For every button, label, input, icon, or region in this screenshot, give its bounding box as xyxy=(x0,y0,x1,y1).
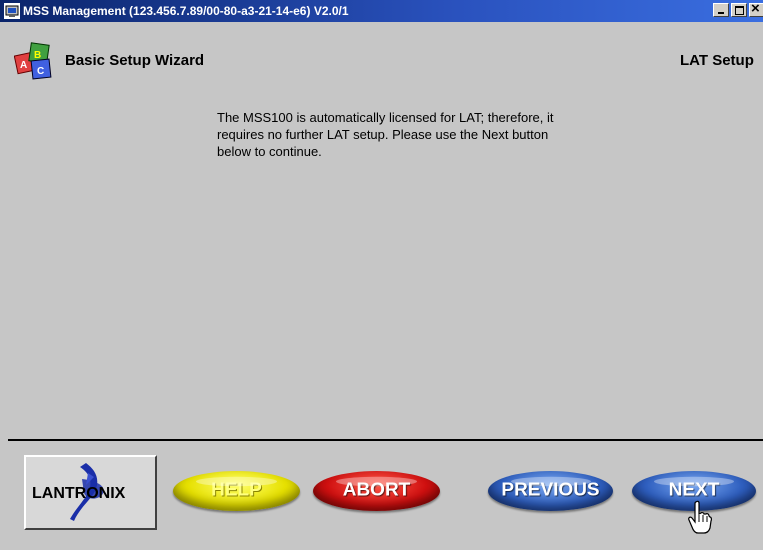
logo-text: LANTRONIX xyxy=(32,485,126,502)
hand-cursor-icon xyxy=(688,500,712,534)
window-title: MSS Management (123.456.7.89/00-80-a3-21… xyxy=(23,4,349,18)
abort-button[interactable]: ABORT xyxy=(313,471,440,511)
svg-text:A: A xyxy=(20,60,27,71)
wizard-title: Basic Setup Wizard xyxy=(65,52,205,69)
close-button[interactable] xyxy=(749,0,763,17)
divider xyxy=(8,439,763,441)
section-title: LAT Setup xyxy=(680,52,754,69)
svg-text:C: C xyxy=(37,66,44,77)
app-window: MSS Management (123.456.7.89/00-80-a3-21… xyxy=(0,0,763,550)
info-message: The MSS100 is automatically licensed for… xyxy=(217,110,554,159)
app-icon xyxy=(4,3,20,19)
wizard-icon: A B C xyxy=(14,42,52,80)
title-bar[interactable]: MSS Management (123.456.7.89/00-80-a3-21… xyxy=(0,0,763,22)
help-button[interactable]: HELP xyxy=(173,471,300,511)
svg-text:B: B xyxy=(34,50,41,61)
maximize-button[interactable] xyxy=(731,3,747,17)
minimize-button[interactable] xyxy=(713,3,729,17)
lantronix-logo: LANTRONIX xyxy=(32,463,126,521)
lantronix-logo-button[interactable]: LANTRONIX xyxy=(24,455,157,530)
previous-button[interactable]: PREVIOUS xyxy=(488,471,613,511)
